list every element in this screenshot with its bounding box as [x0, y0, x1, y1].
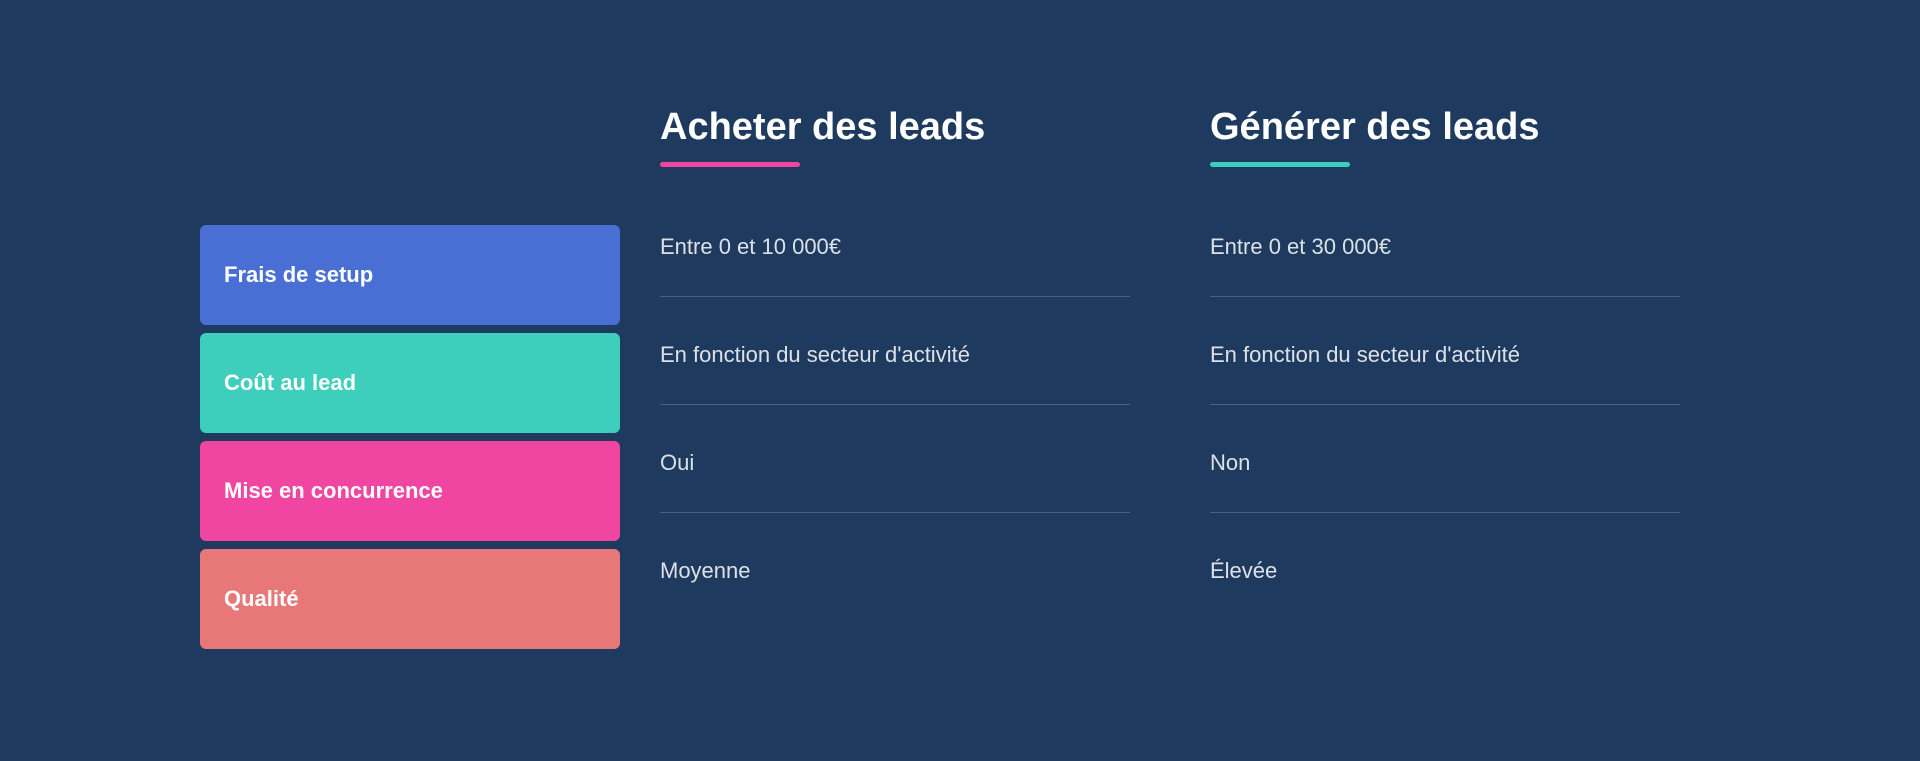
- generer-column: Générer des leads Entre 0 et 30 000€ En …: [1170, 105, 1720, 657]
- label-cout-lead: Coût au lead: [200, 333, 620, 433]
- label-frais-setup: Frais de setup: [200, 225, 620, 325]
- label-qualite: Qualité: [200, 549, 620, 649]
- labels-column: Frais de setup Coût au lead Mise en conc…: [200, 105, 620, 657]
- generer-title: Générer des leads: [1210, 105, 1680, 151]
- generer-row-3: Non: [1210, 413, 1680, 513]
- page-container: Frais de setup Coût au lead Mise en conc…: [0, 0, 1920, 761]
- acheter-header: Acheter des leads: [660, 105, 1130, 168]
- acheter-column: Acheter des leads Entre 0 et 10 000€ En …: [620, 105, 1170, 657]
- acheter-underline: [660, 162, 800, 167]
- acheter-title: Acheter des leads: [660, 105, 1130, 151]
- acheter-row-4: Moyenne: [660, 521, 1130, 621]
- acheter-row-3: Oui: [660, 413, 1130, 513]
- comparison-layout: Frais de setup Coût au lead Mise en conc…: [200, 105, 1720, 657]
- generer-row-2: En fonction du secteur d'activité: [1210, 305, 1680, 405]
- generer-underline: [1210, 162, 1350, 167]
- label-concurrence: Mise en concurrence: [200, 441, 620, 541]
- acheter-row-2: En fonction du secteur d'activité: [660, 305, 1130, 405]
- acheter-row-1: Entre 0 et 10 000€: [660, 197, 1130, 297]
- generer-row-4: Élevée: [1210, 521, 1680, 621]
- generer-header: Générer des leads: [1210, 105, 1680, 168]
- generer-row-1: Entre 0 et 30 000€: [1210, 197, 1680, 297]
